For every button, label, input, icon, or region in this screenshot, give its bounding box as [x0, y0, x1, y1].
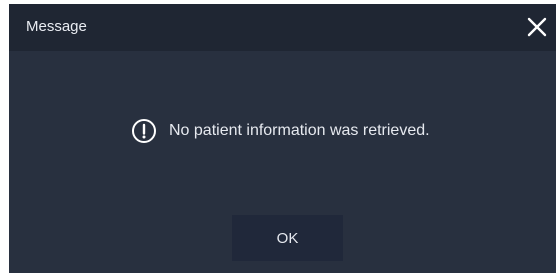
ok-button[interactable]: OK — [232, 215, 343, 261]
dialog-title: Message — [26, 18, 87, 35]
close-button[interactable] — [522, 12, 552, 42]
message-dialog: Message No patient information was retri… — [9, 4, 556, 273]
info-exclamation-icon — [131, 118, 157, 144]
message-text: No patient information was retrieved. — [169, 122, 430, 139]
dialog-titlebar: Message — [9, 4, 556, 51]
message-row: No patient information was retrieved. — [131, 117, 430, 145]
close-icon — [527, 17, 547, 37]
